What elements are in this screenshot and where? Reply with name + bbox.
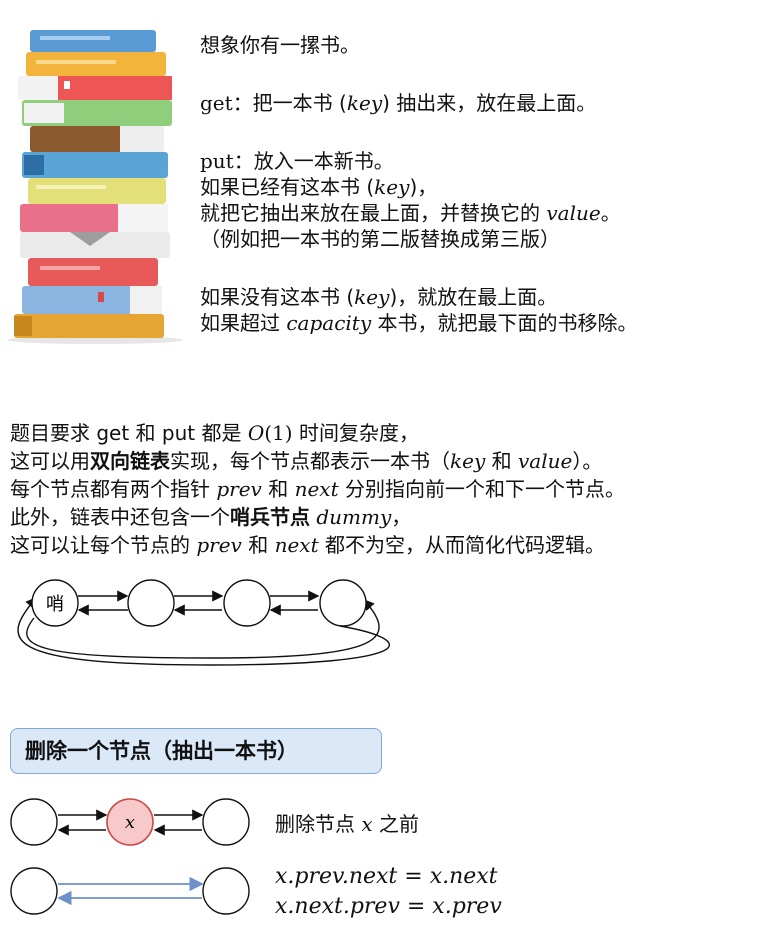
- delete-after-diagram: [10, 867, 250, 915]
- desc-line-2: 这可以用双向链表实现，每个节点都表示一本书（key 和 value）。: [10, 449, 603, 473]
- formula-line-1: x.prev.next = x.next: [275, 864, 498, 889]
- formula-line-2: x.next.prev = x.prev: [275, 894, 502, 919]
- next-node: [202, 798, 250, 846]
- desc-line-5: 这可以让每个节点的 prev 和 next 都不为空，从而简化代码逻辑。: [10, 533, 605, 557]
- list-node: [319, 579, 367, 627]
- intro-line-4: 就把它抽出来放在最上面，并替换它的 value。: [200, 201, 621, 225]
- target-node-label: x: [125, 812, 135, 833]
- desc-line-3: 每个节点都有两个指针 prev 和 next 分别指向前一个和下一个节点。: [10, 477, 625, 501]
- intro-line-6: 如果没有这本书 (key)，就放在最上面。: [200, 285, 558, 309]
- intro-line-5: （例如把一本书的第二版替换成第三版）: [200, 227, 560, 251]
- linked-list-diagram: 哨: [17, 579, 391, 666]
- description-text: 题目要求 get 和 put 都是 O(1) 时间复杂度， 这可以用双向链表实现…: [10, 420, 755, 570]
- list-node: [127, 579, 175, 627]
- intro-line-1: 想象你有一摞书。: [200, 33, 360, 57]
- pointer-update-formula: x.prev.next = x.next x.next.prev = x.pre…: [275, 862, 502, 922]
- before-label: 删除节点 x 之前: [275, 812, 419, 836]
- intro-line-3: 如果已经有这本书 (key)，: [200, 175, 438, 199]
- prev-node: [10, 867, 58, 915]
- sentinel-label: 哨: [46, 594, 64, 615]
- prev-node: [10, 798, 58, 846]
- delete-before-diagram: x: [10, 798, 250, 846]
- intro-line-get: get：把一本书 (key) 抽出来，放在最上面。: [200, 91, 597, 115]
- section-title: 删除一个节点（抽出一本书）: [10, 728, 382, 774]
- intro-line-put: put：放入一本新书。: [200, 149, 394, 173]
- next-node: [202, 867, 250, 915]
- intro-text: 想象你有一摞书。 get：把一本书 (key) 抽出来，放在最上面。 put：放…: [200, 30, 755, 350]
- book-stack-illustration: [7, 30, 183, 344]
- desc-line-4: 此外，链表中还包含一个哨兵节点 dummy，: [10, 505, 412, 529]
- intro-line-7: 如果超过 capacity 本书，就把最下面的书移除。: [200, 311, 638, 335]
- list-node: [223, 579, 271, 627]
- desc-line-1: 题目要求 get 和 put 都是 O(1) 时间复杂度，: [10, 421, 419, 445]
